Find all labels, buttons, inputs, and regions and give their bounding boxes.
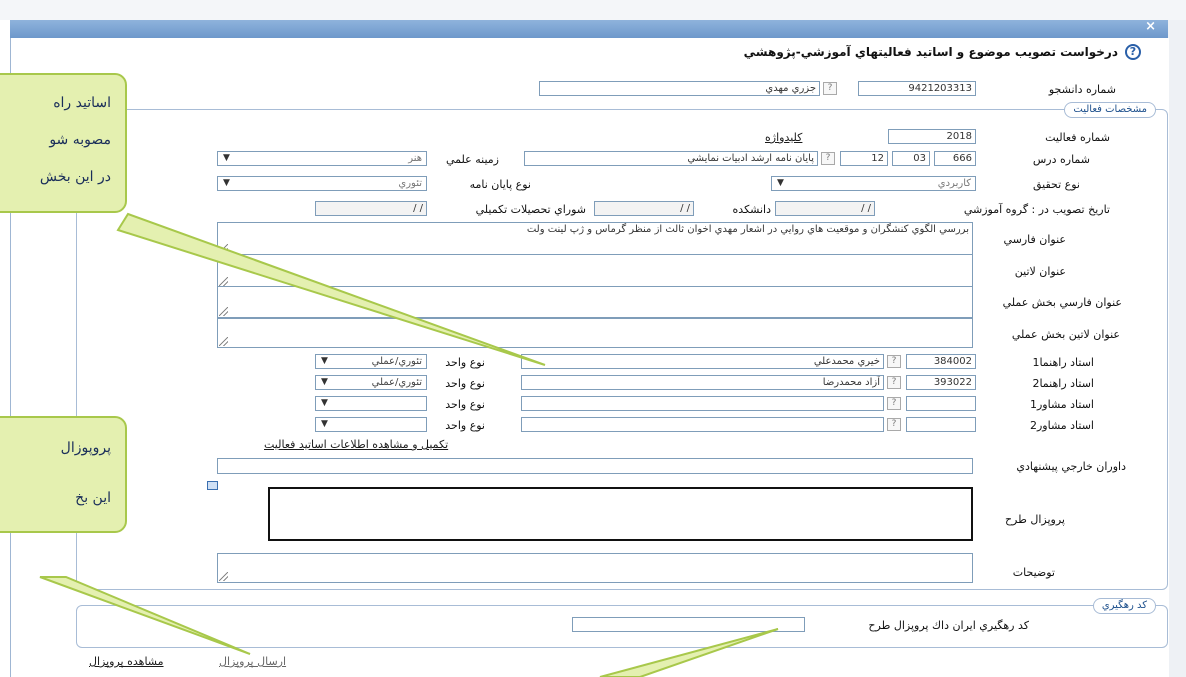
resize-grip-icon[interactable] xyxy=(219,337,228,346)
student-number-field[interactable]: 9421203313 xyxy=(858,81,976,96)
advisor-1-name[interactable]: خيري محمدعلي xyxy=(521,354,884,369)
send-proposal-link[interactable]: ارسال پروپزال xyxy=(219,655,286,668)
advisor-2-label: استاد راهنما2 xyxy=(1032,377,1094,390)
course-number-c[interactable]: 12 xyxy=(840,151,888,166)
practical-title-latin-label: عنوان لاتين بخش عملي xyxy=(1011,328,1120,341)
advisor-1-code[interactable]: 384002 xyxy=(906,354,976,369)
scientific-field-select[interactable]: هنر ▼ xyxy=(217,151,427,166)
consultant-1-code[interactable] xyxy=(906,396,976,411)
group-date-field[interactable]: / / xyxy=(775,201,875,216)
advisor-1-unit-select[interactable]: تئوري/عملي ▼ xyxy=(315,354,427,369)
external-reviewers-label: داوران خارجي پيشنهادي xyxy=(1016,460,1126,473)
consultant-1-label: استاد مشاور1 xyxy=(1029,398,1094,411)
title-latin-textarea[interactable] xyxy=(217,254,973,288)
consultant-2-label: استاد مشاور2 xyxy=(1029,419,1094,432)
resize-grip-icon[interactable] xyxy=(219,572,228,581)
advisor-2-name[interactable]: آزاد محمدرضا xyxy=(521,375,884,390)
student-lookup-button[interactable]: ? xyxy=(823,82,837,95)
keyword-link[interactable]: كليدواژه xyxy=(765,131,802,144)
advisor-2-code[interactable]: 393022 xyxy=(906,375,976,390)
chevron-down-icon: ▼ xyxy=(321,398,328,408)
consultant-1-lookup-button[interactable]: ? xyxy=(887,397,901,410)
practical-title-latin-textarea[interactable] xyxy=(217,318,973,348)
student-number-label: شماره دانشجو xyxy=(1048,83,1116,96)
advisor-1-label: استاد راهنما1 xyxy=(1032,356,1094,369)
proposal-box[interactable] xyxy=(268,487,973,541)
consultant-2-lookup-button[interactable]: ? xyxy=(887,418,901,431)
activity-number-field[interactable]: 2018 xyxy=(888,129,976,144)
research-type-select[interactable]: كاربردي ▼ xyxy=(771,176,976,191)
resize-grip-icon[interactable] xyxy=(219,307,228,316)
chevron-down-icon: ▼ xyxy=(223,153,230,163)
proposal-label: پروپزال طرح xyxy=(1004,513,1065,526)
consultant-2-name[interactable] xyxy=(521,417,884,432)
scientific-field-label: زمينه علمي xyxy=(446,153,499,166)
help-icon[interactable]: ? xyxy=(1125,44,1141,60)
practical-title-fa-textarea[interactable] xyxy=(217,286,973,318)
unit-type-label: نوع واحد xyxy=(445,398,485,411)
title-fa-textarea[interactable]: بررسي الگوي كنشگران و موقعيت هاي روايي د… xyxy=(217,222,973,255)
council-label: شوراي تحصيلات تكميلي xyxy=(475,203,586,216)
background-window-top xyxy=(0,0,1186,20)
callout-proposal: پروپوزال این بخ xyxy=(0,416,127,533)
thesis-type-label: نوع پايان نامه xyxy=(469,178,531,191)
tracking-section-legend: كد رهگيري xyxy=(1092,598,1156,614)
view-proposal-link[interactable]: مشاهده پروپزال xyxy=(89,655,164,668)
chevron-down-icon: ▼ xyxy=(777,178,784,188)
tracking-code-label: كد رهگيري ايران داك پروپزال طرح xyxy=(868,619,1029,632)
resize-grip-icon[interactable] xyxy=(219,277,228,286)
council-date-field[interactable]: / / xyxy=(315,201,427,216)
activity-section-legend: مشخصات فعاليت xyxy=(1064,102,1156,118)
complete-advisors-link[interactable]: تكميل و مشاهده اطلاعات اساتيد فعاليت xyxy=(264,438,448,451)
title-fa-label: عنوان فارسي xyxy=(1003,233,1066,246)
advisor-1-lookup-button[interactable]: ? xyxy=(887,355,901,368)
chevron-down-icon: ▼ xyxy=(321,377,328,387)
consultant-2-unit-select[interactable]: ▼ xyxy=(315,417,427,432)
activity-number-label: شماره فعاليت xyxy=(1045,131,1110,144)
description-label: توضيحات xyxy=(1012,566,1055,579)
dialog-titlebar[interactable] xyxy=(10,20,1168,38)
approval-date-label: تاريخ تصويب در : گروه آموزشي xyxy=(963,203,1110,216)
unit-type-label: نوع واحد xyxy=(445,377,485,390)
course-lookup-button[interactable]: ? xyxy=(821,152,835,165)
description-textarea[interactable] xyxy=(217,553,973,583)
advisor-2-lookup-button[interactable]: ? xyxy=(887,376,901,389)
faculty-label: دانشكده xyxy=(732,203,771,216)
chevron-down-icon: ▼ xyxy=(223,178,230,188)
tracking-code-field[interactable] xyxy=(572,617,805,632)
edit-icon[interactable] xyxy=(207,481,218,490)
consultant-1-name[interactable] xyxy=(521,396,884,411)
faculty-date-field[interactable]: / / xyxy=(594,201,694,216)
course-number-b[interactable]: 03 xyxy=(892,151,930,166)
resize-grip-icon[interactable] xyxy=(219,244,228,253)
close-icon[interactable]: × xyxy=(1145,19,1156,34)
external-reviewers-field[interactable] xyxy=(217,458,973,474)
unit-type-label: نوع واحد xyxy=(445,356,485,369)
consultant-2-code[interactable] xyxy=(906,417,976,432)
title-latin-label: عنوان لاتين xyxy=(1014,265,1066,278)
student-name-field[interactable]: جزري مهدي xyxy=(539,81,820,96)
course-title-field[interactable]: پايان نامه ارشد ادبيات نمايشي xyxy=(524,151,818,166)
unit-type-label: نوع واحد xyxy=(445,419,485,432)
course-number-a[interactable]: 666 xyxy=(934,151,976,166)
chevron-down-icon: ▼ xyxy=(321,356,328,366)
chevron-down-icon: ▼ xyxy=(321,419,328,429)
course-number-label: شماره درس xyxy=(1032,153,1090,166)
page-title: درخواست تصويب موضوع و اساتيد فعاليتهاي آ… xyxy=(743,45,1118,59)
advisor-2-unit-select[interactable]: تئوري/عملي ▼ xyxy=(315,375,427,390)
consultant-1-unit-select[interactable]: ▼ xyxy=(315,396,427,411)
thesis-type-select[interactable]: تئوري ▼ xyxy=(217,176,427,191)
research-type-label: نوع تحقيق xyxy=(1032,178,1080,191)
practical-title-fa-label: عنوان فارسي بخش عملي xyxy=(1002,296,1122,309)
callout-advisors: اساتید راه مصوبه شو در این بخش xyxy=(0,73,127,213)
